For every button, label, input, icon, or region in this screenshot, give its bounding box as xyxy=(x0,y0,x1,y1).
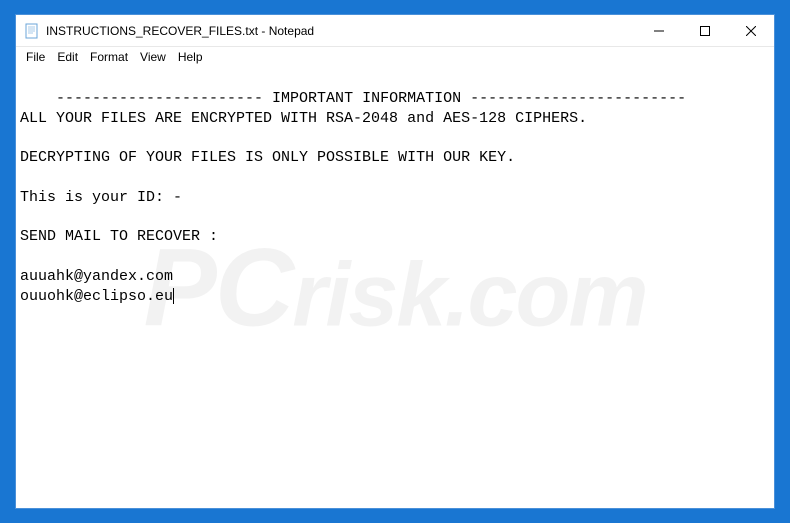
text-line: SEND MAIL TO RECOVER : xyxy=(20,228,218,245)
window-title: INSTRUCTIONS_RECOVER_FILES.txt - Notepad xyxy=(46,24,636,38)
menu-format[interactable]: Format xyxy=(84,49,134,65)
text-line: ALL YOUR FILES ARE ENCRYPTED WITH RSA-20… xyxy=(20,110,587,127)
notepad-window: INSTRUCTIONS_RECOVER_FILES.txt - Notepad… xyxy=(15,14,775,509)
close-button[interactable] xyxy=(728,15,774,47)
menu-view[interactable]: View xyxy=(134,49,172,65)
text-line: This is your ID: - xyxy=(20,189,182,206)
menubar: File Edit Format View Help xyxy=(16,47,774,67)
minimize-button[interactable] xyxy=(636,15,682,47)
titlebar[interactable]: INSTRUCTIONS_RECOVER_FILES.txt - Notepad xyxy=(16,15,774,47)
notepad-icon xyxy=(24,23,40,39)
text-line: DECRYPTING OF YOUR FILES IS ONLY POSSIBL… xyxy=(20,149,515,166)
text-line: ouuohk@eclipso.eu xyxy=(20,288,173,305)
menu-file[interactable]: File xyxy=(20,49,51,65)
watermark: PCrisk.com xyxy=(143,215,646,360)
text-line: auuahk@yandex.com xyxy=(20,268,173,285)
menu-edit[interactable]: Edit xyxy=(51,49,84,65)
editor-area[interactable]: PCrisk.com ----------------------- IMPORT… xyxy=(16,67,774,508)
maximize-button[interactable] xyxy=(682,15,728,47)
text-cursor xyxy=(173,288,174,304)
text-line: ----------------------- IMPORTANT INFORM… xyxy=(56,90,686,107)
menu-help[interactable]: Help xyxy=(172,49,209,65)
window-controls xyxy=(636,15,774,46)
